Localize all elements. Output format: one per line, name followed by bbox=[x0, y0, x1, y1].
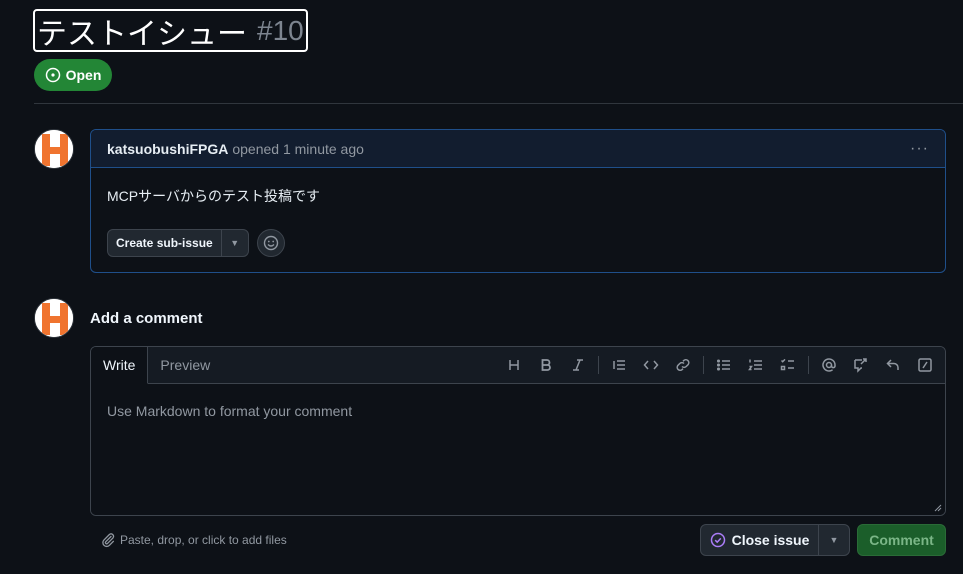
markdown-toolbar bbox=[498, 347, 945, 383]
kebab-menu-icon[interactable]: ··· bbox=[910, 140, 929, 158]
resize-handle-icon[interactable] bbox=[934, 504, 942, 512]
toolbar-divider bbox=[598, 356, 599, 374]
header-divider bbox=[34, 103, 963, 104]
issue-title-editor[interactable]: テストイシュー #10 bbox=[33, 9, 308, 52]
status-badge: Open bbox=[34, 59, 112, 91]
bold-icon[interactable] bbox=[530, 351, 562, 379]
avatar[interactable] bbox=[34, 129, 74, 169]
avatar-image bbox=[35, 299, 73, 337]
quote-icon[interactable] bbox=[603, 351, 635, 379]
issue-number: #10 bbox=[257, 14, 304, 46]
issue-closed-icon bbox=[710, 532, 725, 548]
tab-write[interactable]: Write bbox=[91, 347, 149, 384]
paperclip-icon bbox=[102, 533, 115, 548]
close-issue-button[interactable]: Close issue bbox=[701, 525, 818, 555]
task-list-icon[interactable] bbox=[772, 351, 804, 379]
comment-header: katsuobushiFPGA opened 1 minute ago ··· bbox=[91, 130, 945, 168]
italic-icon[interactable] bbox=[562, 351, 594, 379]
triangle-down-icon: ▼ bbox=[829, 535, 839, 545]
reference-icon[interactable] bbox=[845, 351, 877, 379]
avatar[interactable] bbox=[34, 298, 74, 338]
status-label: Open bbox=[65, 67, 102, 83]
close-issue-dropdown[interactable]: ▼ bbox=[818, 525, 849, 555]
triangle-down-icon: ▼ bbox=[230, 238, 240, 248]
add-reaction-button[interactable] bbox=[256, 229, 285, 257]
create-sub-issue-button-group: Create sub-issue ▼ bbox=[107, 229, 249, 257]
tab-preview[interactable]: Preview bbox=[148, 347, 222, 383]
toolbar-divider bbox=[703, 356, 704, 374]
comment-body: MCPサーバからのテスト投稿です bbox=[107, 188, 320, 204]
heading-icon[interactable] bbox=[498, 351, 530, 379]
comment-timestamp: opened 1 minute ago bbox=[232, 140, 364, 157]
create-sub-issue-button[interactable]: Create sub-issue bbox=[108, 230, 221, 256]
issue-body-comment: katsuobushiFPGA opened 1 minute ago ··· … bbox=[90, 129, 946, 273]
comment-submit-button[interactable]: Comment bbox=[857, 524, 946, 556]
unordered-list-icon[interactable] bbox=[708, 351, 740, 379]
toolbar-divider bbox=[808, 356, 809, 374]
issue-opened-icon bbox=[45, 67, 60, 83]
mention-icon[interactable] bbox=[813, 351, 845, 379]
ordered-list-icon[interactable] bbox=[740, 351, 772, 379]
comment-editor: Write Preview bbox=[90, 346, 946, 516]
attach-files-label: Paste, drop, or click to add files bbox=[120, 533, 287, 547]
issue-title: テストイシュー bbox=[37, 17, 247, 51]
close-issue-button-group: Close issue ▼ bbox=[700, 524, 850, 556]
slash-command-icon[interactable] bbox=[909, 351, 941, 379]
comment-author[interactable]: katsuobushiFPGA bbox=[107, 141, 228, 157]
smiley-icon bbox=[263, 235, 278, 251]
avatar-image bbox=[35, 130, 73, 168]
saved-reply-icon[interactable] bbox=[877, 351, 909, 379]
link-icon[interactable] bbox=[667, 351, 699, 379]
editor-tabs: Write Preview bbox=[91, 347, 945, 384]
comment-input[interactable] bbox=[91, 384, 945, 515]
add-comment-heading: Add a comment bbox=[90, 310, 203, 327]
attach-files-link[interactable]: Paste, drop, or click to add files bbox=[100, 532, 287, 548]
create-sub-issue-dropdown[interactable]: ▼ bbox=[220, 230, 248, 256]
close-issue-label: Close issue bbox=[731, 532, 810, 548]
code-icon[interactable] bbox=[635, 351, 667, 379]
